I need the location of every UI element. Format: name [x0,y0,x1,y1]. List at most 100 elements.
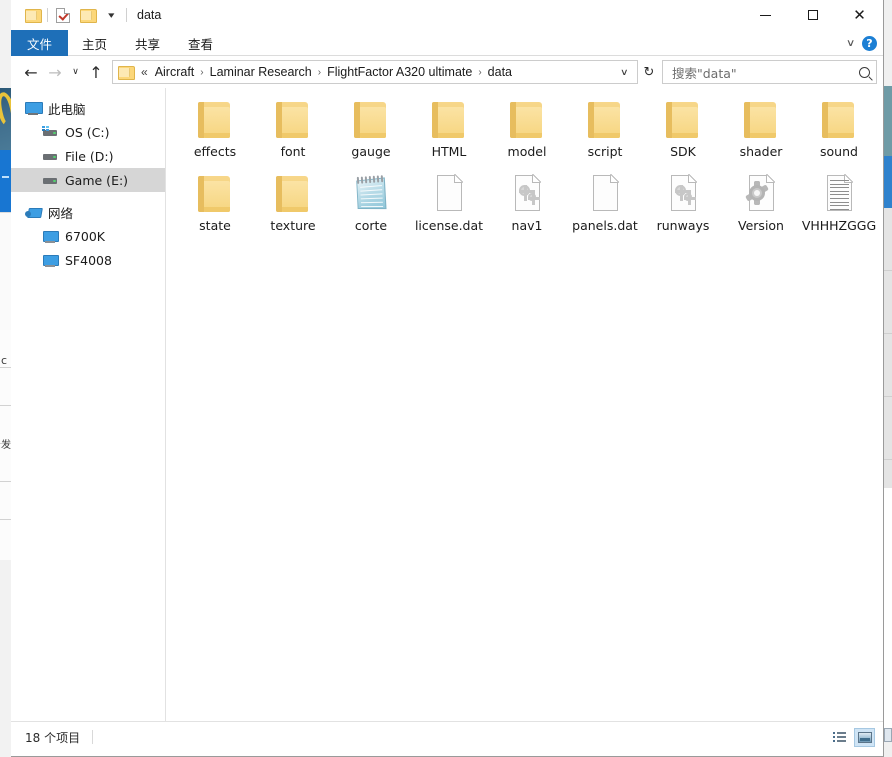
list-item[interactable]: sound [800,98,878,172]
list-item[interactable]: panels.dat [566,172,644,246]
list-item[interactable]: Version [722,172,800,246]
sidebar-item-6700k[interactable]: 6700K [11,224,165,248]
list-item[interactable]: effects [176,98,254,172]
folder-icon[interactable] [20,3,44,27]
drive-icon [42,175,58,185]
navigation-pane: 此电脑 OS (C:) File (D:) Game (E:) 网络 6700K… [11,88,166,721]
background-char-2: 发 [1,440,11,451]
sidebar-item-label: 网络 [48,205,74,221]
tab-file[interactable]: 文件 [11,30,69,56]
list-item[interactable]: runways [644,172,722,246]
tab-view[interactable]: 查看 [174,30,227,56]
window-title: data [137,8,162,22]
recent-locations-icon[interactable]: ∨ [67,60,84,84]
list-item[interactable]: gauge [332,98,410,172]
address-bar-row: ← → ∨ ↑ « Aircraft › Laminar Research › … [11,56,883,88]
breadcrumb-separator[interactable]: › [198,67,205,78]
chevron-down-icon[interactable]: ∨ [614,67,636,78]
this-pc-icon [25,101,43,115]
new-folder-icon[interactable] [75,3,99,27]
item-label: panels.dat [572,218,638,233]
folder-icon [192,174,238,214]
desktop-background: c 发 ▾ data ✕ 文件 主页 共享 查看 ∨ ? ← → ∨ ↑ « A… [0,0,892,757]
application-gear-icon [738,174,784,214]
close-button[interactable]: ✕ [836,0,883,30]
breadcrumb-overflow-icon[interactable]: « [137,65,151,79]
list-item[interactable]: VHHHZGGG [800,172,878,246]
search-icon[interactable] [859,66,870,78]
chevron-down-icon[interactable]: ▾ [99,3,123,27]
details-view-button[interactable] [829,728,850,747]
refresh-button[interactable]: ↻ [638,60,660,84]
ribbon-right-controls: ∨ ? [846,30,877,56]
sidebar-item-game-e[interactable]: Game (E:) [11,168,165,192]
chevron-down-icon[interactable]: ∨ [846,38,856,49]
list-item[interactable]: state [176,172,254,246]
breadcrumb-separator[interactable]: › [476,67,483,78]
view-mode-buttons [829,727,875,747]
breadcrumb-item-laminar-research[interactable]: Laminar Research [206,65,316,79]
status-divider [92,730,94,744]
window-controls: ✕ [742,0,883,30]
tab-share[interactable]: 共享 [121,30,174,56]
tab-home[interactable]: 主页 [68,30,121,56]
background-blue-tick [2,176,9,178]
large-icons-view-button[interactable] [854,727,875,747]
list-item[interactable]: font [254,98,332,172]
list-item[interactable]: nav1 [488,172,566,246]
list-item[interactable]: HTML [410,98,488,172]
breadcrumb: « Aircraft › Laminar Research › FlightFa… [137,65,616,79]
folder-icon [426,100,472,140]
toolbar-divider [126,8,127,22]
breadcrumb-separator[interactable]: › [316,67,323,78]
list-item[interactable]: SDK [644,98,722,172]
gear-document-icon [660,174,706,214]
list-item[interactable]: license.dat [410,172,488,246]
background-window-left: c 发 [0,0,11,757]
blank-document-icon [426,174,472,214]
network-icon [25,206,41,219]
quick-access-toolbar: ▾ [11,0,130,30]
file-list-view[interactable]: effects font gauge HTML model script SDK… [166,88,883,721]
folder-icon [738,100,784,140]
list-item[interactable]: corte [332,172,410,246]
sidebar-item-sf4008[interactable]: SF4008 [11,248,165,272]
list-item[interactable]: script [566,98,644,172]
breadcrumb-item-flightfactor-a320-ultimate[interactable]: FlightFactor A320 ultimate [323,65,476,79]
search-input[interactable]: 搜索"data" [662,60,877,84]
item-label: nav1 [511,218,543,233]
item-label: shader [739,144,783,159]
properties-icon[interactable] [51,3,75,27]
background-gray-panel [884,208,892,488]
item-label: texture [270,218,316,233]
minimize-button[interactable] [742,0,789,30]
item-label: VHHHZGGG [801,218,877,233]
maximize-button[interactable] [789,0,836,30]
list-item[interactable]: texture [254,172,332,246]
item-label: sound [820,144,858,159]
item-label: HTML [431,144,467,159]
breadcrumb-item-data[interactable]: data [484,65,516,79]
sidebar-item-file-d[interactable]: File (D:) [11,144,165,168]
background-blue-panel [0,150,11,212]
details-view-icon [832,731,847,743]
folder-icon [270,100,316,140]
sidebar-item-os-c[interactable]: OS (C:) [11,120,165,144]
blank-document-icon [582,174,628,214]
item-count-label: 18 个项目 [25,730,81,745]
help-icon[interactable]: ? [862,35,877,51]
list-item[interactable]: shader [722,98,800,172]
computer-icon [42,230,59,243]
breadcrumb-item-aircraft[interactable]: Aircraft [151,65,199,79]
sidebar-item-network[interactable]: 网络 [11,200,165,224]
sidebar-item-this-pc[interactable]: 此电脑 [11,96,165,120]
gear-document-icon [504,174,550,214]
large-icons-view-icon [857,731,872,743]
up-button[interactable]: ↑ [84,60,108,84]
list-item[interactable]: model [488,98,566,172]
address-bar[interactable]: « Aircraft › Laminar Research › FlightFa… [112,60,638,84]
back-button[interactable]: ← [19,60,43,84]
folder-icon [582,100,628,140]
background-teal-strip [884,86,892,156]
forward-button[interactable]: → [43,60,67,84]
